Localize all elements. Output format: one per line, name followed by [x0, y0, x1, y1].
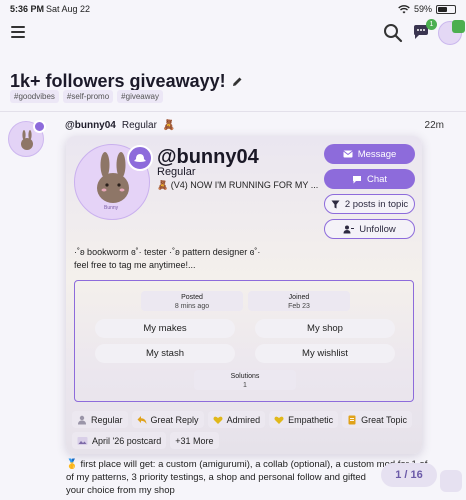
badge-empathetic[interactable]: Empathetic	[269, 411, 339, 428]
stat-posted-value: 8 mins ago	[174, 303, 210, 310]
tag-goodvibes[interactable]: #goodvibes	[10, 90, 59, 103]
message-button-label: Message	[357, 148, 397, 160]
search-icon[interactable]	[382, 22, 404, 44]
stat-solutions-label: Solutions	[230, 373, 260, 380]
post-time[interactable]: 22m	[425, 120, 444, 131]
badge-great-reply-label: Great Reply	[150, 414, 199, 425]
battery-icon	[436, 4, 456, 14]
card-user-status: 🧸 (V4) NOW I'M RUNNING FOR MY ...	[157, 180, 319, 190]
menu-icon[interactable]	[11, 26, 25, 38]
topic-title: 1k+ followers giveawayy!	[10, 71, 243, 92]
user-stats-box: Posted 8 mins ago Joined Feb 23 My makes…	[74, 280, 414, 402]
chat-button[interactable]: Chat	[324, 169, 415, 189]
status-date: Sat Aug 22	[46, 4, 91, 14]
badge-great-reply[interactable]: Great Reply	[131, 411, 204, 428]
bio-line-2: feel free to tag me anytimee!...	[74, 260, 196, 270]
avatar-label: Bunny	[104, 205, 119, 211]
mail-icon	[452, 20, 465, 33]
flair-badge-icon	[33, 120, 46, 133]
stat-posted-label: Posted	[181, 294, 203, 301]
app-header: 1	[0, 18, 466, 48]
badge-postcard-label: April '26 postcard	[92, 435, 162, 446]
reply-arrow-icon	[137, 415, 147, 424]
user-avatar[interactable]	[438, 20, 465, 45]
document-icon	[348, 415, 356, 424]
chat-button-label: Chat	[366, 173, 388, 185]
more-badges-button[interactable]: +31 More	[170, 432, 219, 449]
my-makes-link[interactable]: My makes	[95, 319, 235, 338]
notification-badge: 1	[426, 19, 437, 30]
my-stash-link[interactable]: My stash	[95, 344, 235, 363]
status-time: 5:36 PM	[10, 4, 45, 14]
stat-joined-value: Feb 23	[288, 303, 310, 310]
stat-joined-label: Joined	[288, 294, 310, 301]
status-right: 59%	[398, 4, 456, 14]
post-meta: @bunny04 Regular 🧸	[65, 120, 175, 131]
posts-in-topic-label: 2 posts in topic	[344, 198, 409, 210]
badge-admired-label: Admired	[226, 414, 261, 425]
envelope-icon	[342, 150, 353, 158]
chat-icon[interactable]: 1	[411, 19, 437, 44]
card-user-title: Regular	[157, 166, 196, 178]
unfollow-button-label: Unfollow	[359, 223, 396, 235]
pencil-icon[interactable]	[232, 76, 243, 87]
topic-tags: #goodvibes #self-promo #giveaway	[10, 90, 163, 103]
postcard-icon	[77, 436, 88, 445]
stat-posted: Posted 8 mins ago	[141, 291, 243, 311]
badge-april-postcard[interactable]: April '26 postcard	[72, 432, 167, 449]
post-username[interactable]: @bunny04	[65, 120, 116, 131]
post-avatar[interactable]	[8, 120, 46, 157]
my-wishlist-link[interactable]: My wishlist	[255, 344, 395, 363]
bunny-avatar-icon	[21, 130, 33, 150]
posts-in-topic-button[interactable]: 2 posts in topic	[324, 194, 415, 214]
teddy-bear-icon: 🧸	[162, 120, 176, 131]
topic-title-text: 1k+ followers giveawayy!	[10, 71, 226, 91]
user-badges: Regular Great Reply Admired Empathetic G…	[72, 411, 420, 449]
user-icon	[78, 415, 86, 424]
wifi-icon	[398, 4, 410, 13]
stat-solutions: Solutions 1	[194, 370, 296, 390]
my-shop-link[interactable]: My shop	[255, 319, 395, 338]
user-minus-icon	[343, 225, 355, 233]
post-pagination[interactable]: 1 / 16	[381, 463, 437, 487]
card-avatar[interactable]: Bunny	[74, 144, 153, 220]
chat-bubble-icon	[352, 175, 361, 183]
heart-icon	[213, 416, 223, 424]
post-user-title: Regular	[121, 120, 157, 131]
badge-great-topic[interactable]: Great Topic	[342, 411, 412, 428]
tag-giveaway[interactable]: #giveaway	[117, 90, 163, 103]
battery-fill	[438, 6, 447, 12]
badge-admired[interactable]: Admired	[207, 411, 266, 428]
badge-regular-label: Regular	[91, 414, 123, 425]
battery-percent: 59%	[413, 4, 432, 14]
reply-button[interactable]	[440, 470, 462, 492]
divider	[0, 111, 466, 112]
filter-icon	[331, 200, 340, 208]
heart-icon	[274, 416, 284, 424]
stat-solutions-value: 1	[243, 382, 247, 389]
badge-empathetic-label: Empathetic	[288, 414, 334, 425]
more-badges-label: +31 More	[175, 435, 214, 446]
unfollow-button[interactable]: Unfollow	[324, 219, 415, 239]
bio-line-1: ·˚ʚ bookworm ɞ˚· tester ·˚ʚ pattern desi…	[74, 247, 261, 257]
hat-flair-icon	[127, 145, 153, 171]
stat-joined: Joined Feb 23	[248, 291, 350, 311]
badge-regular[interactable]: Regular	[72, 411, 128, 428]
card-bio: ·˚ʚ bookworm ɞ˚· tester ·˚ʚ pattern desi…	[74, 246, 260, 272]
message-button[interactable]: Message	[324, 144, 415, 164]
badge-great-topic-label: Great Topic	[361, 414, 407, 425]
user-card: Bunny @bunny04 Regular 🧸 (V4) NOW I'M RU…	[66, 136, 422, 454]
tag-self-promo[interactable]: #self-promo	[62, 90, 114, 103]
status-bar: 5:36 PM Sat Aug 22 59%	[0, 0, 466, 18]
post-body-line-3: your choice from my shop	[66, 485, 175, 496]
